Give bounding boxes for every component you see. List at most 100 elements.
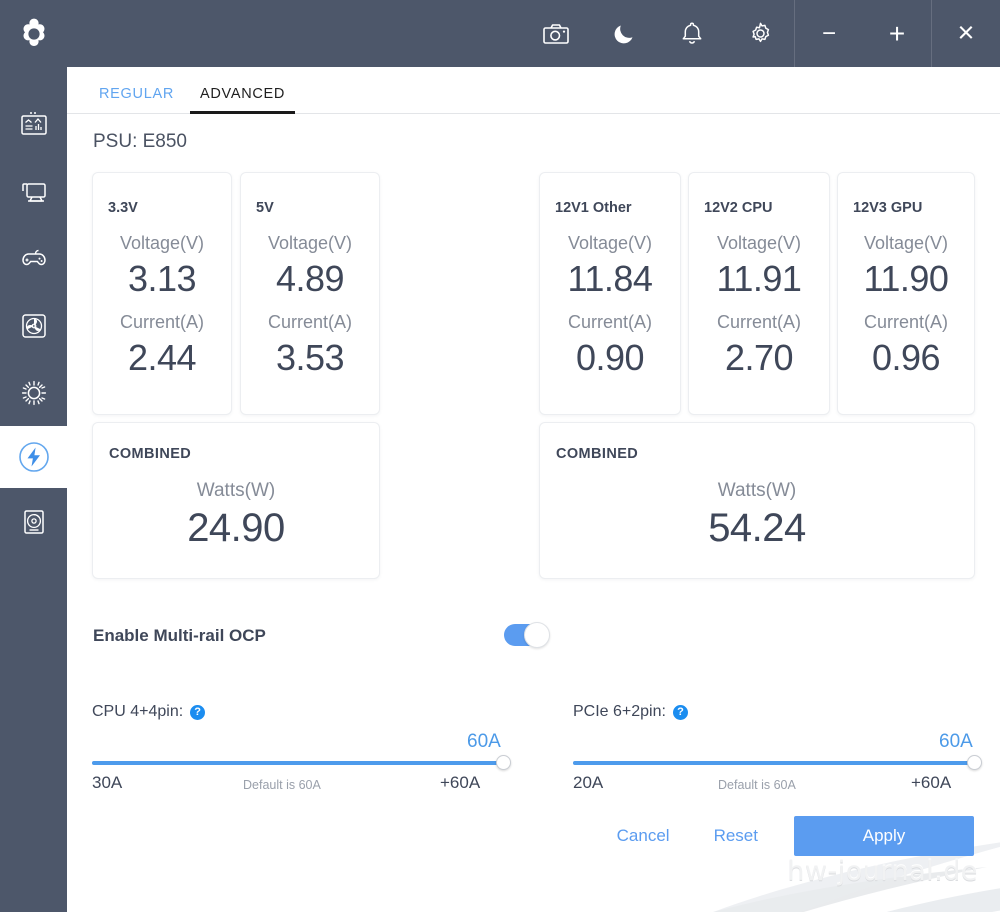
sidebar-item-storage[interactable] (0, 488, 67, 555)
sidebar-item-power[interactable] (0, 426, 67, 488)
slider-default-note-cpu: Default is 60A (243, 778, 321, 792)
rail-voltage-value: 11.84 (567, 258, 653, 299)
combined-unit-label: Watts(W) (196, 480, 276, 501)
camera-icon[interactable] (522, 0, 590, 67)
rail-voltage-label: Voltage(V) (716, 233, 802, 253)
tab-bar: REGULAR ADVANCED (67, 67, 1000, 114)
rail-voltage-value: 3.13 (127, 258, 197, 299)
slider-title-text: CPU 4+4pin: (92, 703, 184, 720)
slider-fill (92, 761, 504, 765)
app-logo (0, 0, 67, 67)
slider-thumb-cpu[interactable] (496, 755, 511, 770)
combined-label: COMBINED (109, 446, 192, 462)
rail-voltage-label: Voltage(V) (119, 233, 205, 253)
sidebar (0, 67, 67, 912)
rail-voltage-value: 11.90 (863, 258, 949, 299)
tab-regular[interactable]: REGULAR (86, 86, 187, 113)
apply-button[interactable]: Apply (794, 816, 974, 856)
rail-voltage-label: Voltage(V) (267, 233, 353, 253)
sidebar-item-gaming[interactable] (0, 225, 67, 292)
rail-card-3v3: 3.3V Voltage(V) 3.13 Current(A) 2.44 (92, 172, 232, 415)
help-icon[interactable]: ? (672, 704, 688, 720)
page-title: PSU: E850 (93, 131, 187, 152)
combined-value: 54.24 (708, 506, 806, 550)
sidebar-item-display[interactable] (0, 158, 67, 225)
multi-rail-ocp-toggle[interactable] (504, 622, 550, 648)
title-bar: − + × (0, 0, 1000, 67)
slider-min-label-cpu: 30A (92, 773, 123, 792)
cancel-button[interactable]: Cancel (595, 826, 692, 846)
combined-card-12v: COMBINED Watts(W) 54.24 (539, 422, 975, 579)
watermark-text: hw-journal.de (787, 856, 978, 887)
sun-icon (21, 380, 46, 405)
sidebar-top-spacer (0, 67, 67, 91)
rail-current-value: 2.70 (724, 337, 794, 378)
sidebar-item-monitoring[interactable] (0, 91, 67, 158)
combined-unit-label: Watts(W) (717, 480, 797, 501)
slider-group-pcie: PCIe 6+2pin: ? 60A 20A Default is 60A +6… (573, 703, 982, 813)
rail-name: 12V2 CPU (704, 200, 773, 216)
slider-current-value-cpu: 60A (467, 731, 501, 752)
slider-thumb-pcie[interactable] (967, 755, 982, 770)
multi-rail-ocp-label: Enable Multi-rail OCP (93, 626, 266, 645)
rail-voltage-label: Voltage(V) (863, 233, 949, 253)
combined-value: 24.90 (187, 506, 285, 550)
rail-card-12v2-cpu: 12V2 CPU Voltage(V) 11.91 Current(A) 2.7… (688, 172, 830, 415)
disk-drive-icon (23, 509, 44, 534)
rail-name: 12V1 Other (555, 200, 632, 216)
rail-current-value: 3.53 (275, 337, 345, 378)
slider-current-value-pcie: 60A (939, 731, 973, 752)
app-window: − + × REGULAR ADVANCED PSU: E850 3.3V Vo… (0, 0, 1000, 912)
gear-icon[interactable] (726, 0, 794, 67)
rail-voltage-label: Voltage(V) (567, 233, 653, 253)
flower-logo-icon (23, 18, 44, 46)
moon-icon[interactable] (590, 0, 658, 67)
rail-name: 12V3 GPU (853, 200, 923, 216)
slider-title-cpu: CPU 4+4pin: ? (92, 703, 206, 721)
sidebar-item-lighting[interactable] (0, 359, 67, 426)
rail-current-value: 0.96 (871, 337, 941, 378)
rail-current-value: 0.90 (575, 337, 645, 378)
slider-track-cpu[interactable] (92, 755, 511, 770)
gamepad-icon (21, 249, 46, 265)
slider-title-pcie: PCIe 6+2pin: ? (573, 703, 688, 721)
rail-current-label: Current(A) (567, 312, 652, 332)
multi-rail-ocp-row: Enable Multi-rail OCP (93, 616, 550, 656)
toggle-knob (524, 622, 550, 648)
rail-card-12v3-gpu: 12V3 GPU Voltage(V) 11.90 Current(A) 0.9… (837, 172, 975, 415)
rail-card-5v: 5V Voltage(V) 4.89 Current(A) 3.53 (240, 172, 380, 415)
chart-board-icon (20, 111, 47, 135)
slider-min-label-pcie: 20A (573, 773, 604, 792)
rail-current-label: Current(A) (119, 312, 204, 332)
rail-current-label: Current(A) (267, 312, 352, 332)
tab-advanced[interactable]: ADVANCED (187, 86, 298, 114)
slider-default-note-pcie: Default is 60A (718, 778, 796, 792)
rail-name: 3.3V (108, 200, 138, 216)
combined-label: COMBINED (556, 446, 639, 462)
close-button[interactable]: × (932, 0, 1000, 67)
reset-button[interactable]: Reset (692, 826, 780, 846)
rail-current-label: Current(A) (863, 312, 948, 332)
rail-voltage-value: 11.91 (716, 258, 802, 299)
bell-icon[interactable] (658, 0, 726, 67)
slider-group-cpu: CPU 4+4pin: ? 60A 30A Default is 60A +60… (92, 703, 511, 813)
fan-icon (21, 313, 46, 338)
slider-max-label-pcie: +60A (911, 773, 952, 792)
maximize-button[interactable]: + (863, 0, 931, 67)
main-content: REGULAR ADVANCED PSU: E850 3.3V Voltage(… (67, 67, 1000, 912)
rail-name: 5V (256, 200, 274, 216)
rail-current-label: Current(A) (716, 312, 801, 332)
slider-track-pcie[interactable] (573, 755, 982, 770)
slider-title-text: PCIe 6+2pin: (573, 703, 666, 720)
monitor-icon (21, 182, 46, 202)
rail-card-12v1-other: 12V1 Other Voltage(V) 11.84 Current(A) 0… (539, 172, 681, 415)
rail-current-value: 2.44 (127, 337, 197, 378)
combined-card-low-voltage: COMBINED Watts(W) 24.90 (92, 422, 380, 579)
minimize-button[interactable]: − (795, 0, 863, 67)
lightning-bolt-icon (18, 442, 49, 472)
slider-max-label-cpu: +60A (440, 773, 481, 792)
sidebar-item-cooling[interactable] (0, 292, 67, 359)
rail-voltage-value: 4.89 (275, 258, 345, 299)
help-icon[interactable]: ? (190, 704, 206, 720)
action-bar: Cancel Reset Apply (595, 816, 974, 856)
